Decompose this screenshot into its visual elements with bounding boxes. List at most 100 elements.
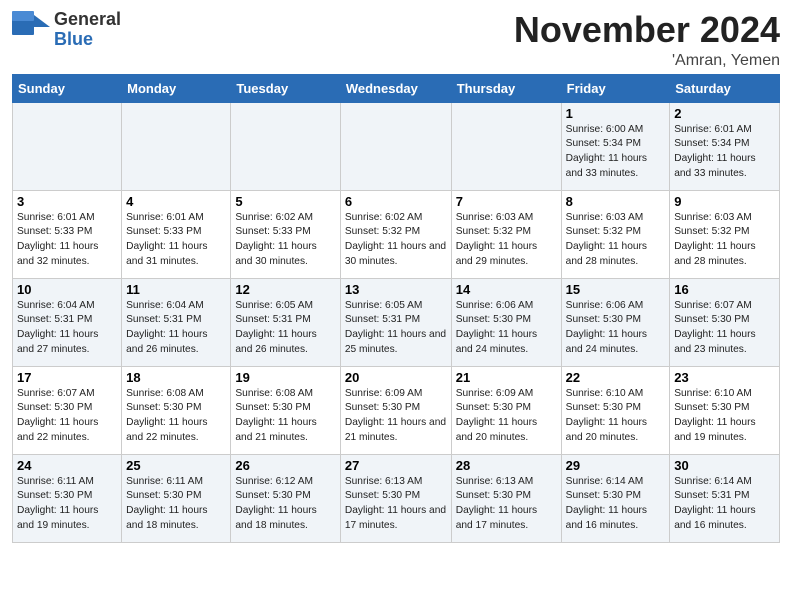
cell-info: Sunrise: 6:03 AMSunset: 5:32 PMDaylight:… <box>456 211 557 270</box>
calendar-cell <box>13 102 122 190</box>
calendar-row: 1 Sunrise: 6:00 AMSunset: 5:34 PMDaylight… <box>13 102 780 190</box>
cell-info: Sunrise: 6:13 AMSunset: 5:30 PMDaylight:… <box>345 475 447 534</box>
calendar-cell: 17 Sunrise: 6:07 AMSunset: 5:30 PMDayligh… <box>13 366 122 454</box>
day-number: 21 <box>456 370 557 385</box>
calendar-row: 3 Sunrise: 6:01 AMSunset: 5:33 PMDaylight… <box>13 190 780 278</box>
day-number: 11 <box>126 282 226 297</box>
header: General Blue November 2024 'Amran, Yemen <box>12 10 780 70</box>
month-title: November 2024 <box>514 10 780 50</box>
calendar-cell: 29 Sunrise: 6:14 AMSunset: 5:30 PMDayligh… <box>561 454 670 542</box>
day-number: 18 <box>126 370 226 385</box>
day-number: 1 <box>566 106 666 121</box>
weekday-header-thursday: Thursday <box>451 74 561 102</box>
calendar-cell <box>451 102 561 190</box>
day-number: 3 <box>17 194 117 209</box>
calendar-cell: 27 Sunrise: 6:13 AMSunset: 5:30 PMDayligh… <box>340 454 451 542</box>
day-number: 12 <box>235 282 335 297</box>
calendar-cell: 11 Sunrise: 6:04 AMSunset: 5:31 PMDayligh… <box>122 278 231 366</box>
cell-info: Sunrise: 6:11 AMSunset: 5:30 PMDaylight:… <box>17 475 117 534</box>
calendar-cell: 22Sunrise: 6:10 AMSunset: 5:30 PMDayligh… <box>561 366 670 454</box>
day-number: 9 <box>674 194 775 209</box>
cell-info: Sunrise: 6:02 AMSunset: 5:32 PMDaylight:… <box>345 211 447 270</box>
cell-info: Sunrise: 6:03 AMSunset: 5:32 PMDaylight:… <box>566 211 666 270</box>
cell-info: Sunrise: 6:14 AMSunset: 5:30 PMDaylight:… <box>566 475 666 534</box>
calendar-cell: 7 Sunrise: 6:03 AMSunset: 5:32 PMDaylight… <box>451 190 561 278</box>
day-number: 25 <box>126 458 226 473</box>
calendar-cell <box>122 102 231 190</box>
day-number: 16 <box>674 282 775 297</box>
calendar-cell: 24 Sunrise: 6:11 AMSunset: 5:30 PMDayligh… <box>13 454 122 542</box>
weekday-header-sunday: Sunday <box>13 74 122 102</box>
day-number: 29 <box>566 458 666 473</box>
calendar-cell: 25 Sunrise: 6:11 AMSunset: 5:30 PMDayligh… <box>122 454 231 542</box>
cell-info: Sunrise: 6:04 AMSunset: 5:31 PMDaylight:… <box>17 299 117 358</box>
cell-info: Sunrise: 6:12 AMSunset: 5:30 PMDaylight:… <box>235 475 335 534</box>
cell-info: Sunrise: 6:09 AMSunset: 5:30 PMDaylight:… <box>345 387 447 446</box>
day-number: 4 <box>126 194 226 209</box>
day-number: 28 <box>456 458 557 473</box>
cell-info: Sunrise: 6:01 AMSunset: 5:34 PMDaylight:… <box>674 123 775 182</box>
day-number: 2 <box>674 106 775 121</box>
cell-info: Sunrise: 6:01 AMSunset: 5:33 PMDaylight:… <box>126 211 226 270</box>
cell-info: Sunrise: 6:07 AMSunset: 5:30 PMDaylight:… <box>17 387 117 446</box>
location-title: 'Amran, Yemen <box>514 52 780 70</box>
calendar-cell: 15 Sunrise: 6:06 AMSunset: 5:30 PMDayligh… <box>561 278 670 366</box>
calendar-cell: 1 Sunrise: 6:00 AMSunset: 5:34 PMDaylight… <box>561 102 670 190</box>
calendar-row: 24 Sunrise: 6:11 AMSunset: 5:30 PMDayligh… <box>13 454 780 542</box>
day-number: 23 <box>674 370 775 385</box>
day-number: 14 <box>456 282 557 297</box>
calendar-cell: 10 Sunrise: 6:04 AMSunset: 5:31 PMDayligh… <box>13 278 122 366</box>
title-block: November 2024 'Amran, Yemen <box>514 10 780 70</box>
calendar-cell: 26 Sunrise: 6:12 AMSunset: 5:30 PMDayligh… <box>231 454 340 542</box>
calendar-cell: 21 Sunrise: 6:09 AMSunset: 5:30 PMDayligh… <box>451 366 561 454</box>
calendar-cell: 13 Sunrise: 6:05 AMSunset: 5:31 PMDayligh… <box>340 278 451 366</box>
day-number: 6 <box>345 194 447 209</box>
day-number: 17 <box>17 370 117 385</box>
cell-info: Sunrise: 6:02 AMSunset: 5:33 PMDaylight:… <box>235 211 335 270</box>
calendar-cell: 2 Sunrise: 6:01 AMSunset: 5:34 PMDaylight… <box>670 102 780 190</box>
weekday-header-row: SundayMondayTuesdayWednesdayThursdayFrid… <box>13 74 780 102</box>
cell-info: Sunrise: 6:06 AMSunset: 5:30 PMDaylight:… <box>456 299 557 358</box>
calendar-cell: 8 Sunrise: 6:03 AMSunset: 5:32 PMDaylight… <box>561 190 670 278</box>
cell-info: Sunrise: 6:03 AMSunset: 5:32 PMDaylight:… <box>674 211 775 270</box>
calendar-cell: 3Sunrise: 6:01 AMSunset: 5:33 PMDaylight… <box>13 190 122 278</box>
cell-info: Sunrise: 6:00 AMSunset: 5:34 PMDaylight:… <box>566 123 666 182</box>
calendar-row: 17 Sunrise: 6:07 AMSunset: 5:30 PMDayligh… <box>13 366 780 454</box>
page: General Blue November 2024 'Amran, Yemen… <box>0 0 792 553</box>
weekday-header-saturday: Saturday <box>670 74 780 102</box>
day-number: 10 <box>17 282 117 297</box>
calendar-cell: 9 Sunrise: 6:03 AMSunset: 5:32 PMDaylight… <box>670 190 780 278</box>
calendar-cell: 23Sunrise: 6:10 AMSunset: 5:30 PMDayligh… <box>670 366 780 454</box>
logo: General Blue <box>12 10 121 50</box>
calendar-cell: 14 Sunrise: 6:06 AMSunset: 5:30 PMDayligh… <box>451 278 561 366</box>
day-number: 20 <box>345 370 447 385</box>
day-number: 26 <box>235 458 335 473</box>
day-number: 13 <box>345 282 447 297</box>
cell-info: Sunrise: 6:11 AMSunset: 5:30 PMDaylight:… <box>126 475 226 534</box>
logo-icon <box>12 11 50 43</box>
calendar-cell: 30Sunrise: 6:14 AMSunset: 5:31 PMDayligh… <box>670 454 780 542</box>
calendar-cell <box>231 102 340 190</box>
day-number: 24 <box>17 458 117 473</box>
weekday-header-wednesday: Wednesday <box>340 74 451 102</box>
calendar-cell: 6 Sunrise: 6:02 AMSunset: 5:32 PMDaylight… <box>340 190 451 278</box>
day-number: 15 <box>566 282 666 297</box>
day-number: 7 <box>456 194 557 209</box>
cell-info: Sunrise: 6:05 AMSunset: 5:31 PMDaylight:… <box>345 299 447 358</box>
day-number: 27 <box>345 458 447 473</box>
weekday-header-friday: Friday <box>561 74 670 102</box>
weekday-header-tuesday: Tuesday <box>231 74 340 102</box>
logo-general: General <box>54 10 121 30</box>
calendar-cell: 18 Sunrise: 6:08 AMSunset: 5:30 PMDayligh… <box>122 366 231 454</box>
calendar-cell: 16Sunrise: 6:07 AMSunset: 5:30 PMDayligh… <box>670 278 780 366</box>
calendar-cell: 5Sunrise: 6:02 AMSunset: 5:33 PMDaylight… <box>231 190 340 278</box>
cell-info: Sunrise: 6:05 AMSunset: 5:31 PMDaylight:… <box>235 299 335 358</box>
cell-info: Sunrise: 6:04 AMSunset: 5:31 PMDaylight:… <box>126 299 226 358</box>
calendar-cell: 12 Sunrise: 6:05 AMSunset: 5:31 PMDayligh… <box>231 278 340 366</box>
day-number: 22 <box>566 370 666 385</box>
cell-info: Sunrise: 6:08 AMSunset: 5:30 PMDaylight:… <box>126 387 226 446</box>
day-number: 8 <box>566 194 666 209</box>
day-number: 30 <box>674 458 775 473</box>
cell-info: Sunrise: 6:06 AMSunset: 5:30 PMDaylight:… <box>566 299 666 358</box>
cell-info: Sunrise: 6:09 AMSunset: 5:30 PMDaylight:… <box>456 387 557 446</box>
